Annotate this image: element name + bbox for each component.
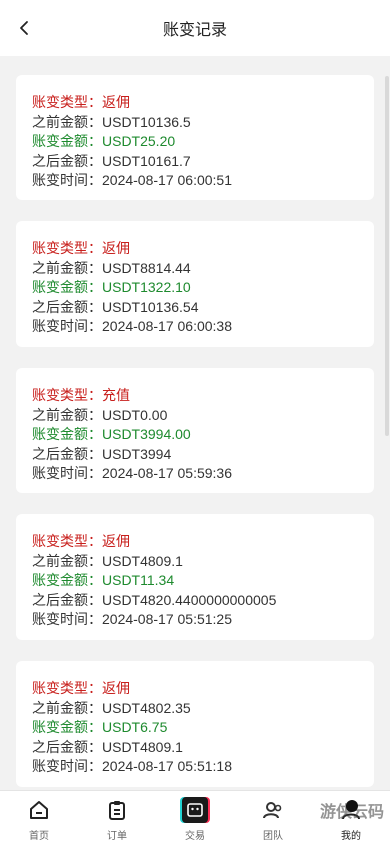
page-title: 账变记录: [162, 22, 227, 39]
record-before-amount: 之前金额：USDT4809.1: [32, 552, 183, 569]
record-after-amount: 之后金额：USDT4809.1: [32, 738, 183, 755]
record-change-amount: 账变金额：USDT3994.00: [32, 426, 191, 442]
scrollbar[interactable]: [385, 76, 389, 436]
record-time: 账变时间：2024-08-17 05:51:25: [32, 611, 232, 627]
record-card: 账变类型：返佣 之前金额：USDT4802.35 账变金额：USDT6.75 之…: [16, 661, 374, 787]
top-bar: 账变记录: [0, 0, 390, 56]
app: 账变记录 账变类型：返佣 之前金额：USDT10136.5 账变金额：USDT2…: [0, 0, 390, 844]
record-after-amount: 之后金额：USDT10161.7: [32, 152, 191, 169]
tab-home[interactable]: 首页: [0, 791, 78, 844]
record-change-amount: 账变金额：USDT11.34: [32, 572, 175, 588]
record-time: 账变时间：2024-08-17 05:59:36: [32, 465, 232, 481]
record-type: 账变类型：返佣: [32, 240, 130, 256]
record-type: 账变类型：返佣: [32, 533, 130, 549]
team-icon: [260, 797, 286, 823]
home-icon: [26, 797, 52, 823]
tab-label: 团队: [263, 831, 283, 842]
record-after-amount: 之后金额：USDT3994: [32, 445, 172, 462]
record-before-amount: 之前金额：USDT10136.5: [32, 113, 191, 130]
record-change-amount: 账变金额：USDT1322.10: [32, 279, 191, 295]
record-card: 账变类型：返佣 之前金额：USDT10136.5 账变金额：USDT25.20 …: [16, 75, 374, 200]
record-time: 账变时间：2024-08-17 06:00:51: [32, 172, 232, 188]
tab-label: 订单: [107, 831, 127, 842]
tab-label: 首页: [29, 831, 49, 842]
clipboard-icon: [104, 797, 130, 823]
notification-dot: [346, 800, 358, 812]
trade-icon: [182, 797, 208, 823]
record-before-amount: 之前金额：USDT4802.35: [32, 699, 191, 716]
record-change-amount: 账变金额：USDT6.75: [32, 719, 168, 735]
tab-label: 我的: [341, 831, 361, 842]
record-after-amount: 之后金额：USDT4820.4400000000005: [32, 591, 277, 608]
record-card: 账变类型：返佣 之前金额：USDT8814.44 账变金额：USDT1322.1…: [16, 221, 374, 347]
record-before-amount: 之前金额：USDT8814.44: [32, 259, 191, 276]
tab-label: 交易: [185, 831, 205, 842]
tab-orders[interactable]: 订单: [78, 791, 156, 844]
record-list[interactable]: 账变类型：返佣 之前金额：USDT10136.5 账变金额：USDT25.20 …: [0, 56, 390, 790]
record-after-amount: 之后金额：USDT10136.54: [32, 298, 199, 315]
tab-team[interactable]: 团队: [234, 791, 312, 844]
record-change-amount: 账变金额：USDT25.20: [32, 133, 176, 149]
record-type: 账变类型：充值: [32, 387, 130, 403]
tab-trade[interactable]: 交易: [156, 791, 234, 844]
record-before-amount: 之前金额：USDT0.00: [32, 406, 168, 423]
record-type: 账变类型：返佣: [32, 94, 130, 110]
record-card: 账变类型：返佣 之前金额：USDT4809.1 账变金额：USDT11.34 之…: [16, 514, 374, 640]
back-button[interactable]: [10, 14, 38, 42]
chevron-left-icon: [20, 21, 28, 35]
record-type: 账变类型：返佣: [32, 680, 130, 696]
record-card: 账变类型：充值 之前金额：USDT0.00 账变金额：USDT3994.00 之…: [16, 368, 374, 493]
record-time: 账变时间：2024-08-17 05:51:18: [32, 758, 232, 774]
record-time: 账变时间：2024-08-17 06:00:38: [32, 318, 232, 334]
